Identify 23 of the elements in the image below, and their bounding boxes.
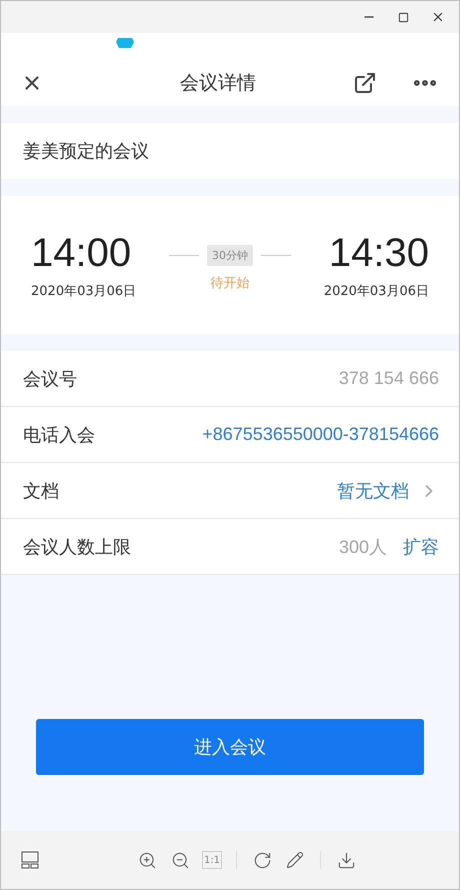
detail-label: 电话入会 bbox=[23, 424, 96, 446]
detail-label: 会议号 bbox=[23, 368, 78, 390]
detail-label: 文档 bbox=[23, 480, 60, 502]
page-title: 会议详情 bbox=[179, 70, 257, 96]
capacity-value: 300人 bbox=[338, 536, 387, 558]
join-meeting-button[interactable]: 进入会议 bbox=[36, 719, 424, 775]
close-icon[interactable] bbox=[431, 10, 445, 24]
end-time: 14:30 bbox=[328, 230, 429, 276]
expand-link[interactable]: 扩容 bbox=[403, 534, 439, 558]
phone-link[interactable]: +8675536550000-378154666 bbox=[202, 424, 439, 445]
start-date: 2020年03月06日 bbox=[31, 282, 136, 300]
pencil-icon[interactable] bbox=[284, 849, 306, 871]
detail-label: 会议人数上限 bbox=[23, 536, 132, 558]
meeting-status: 待开始 bbox=[210, 274, 250, 292]
maximize-icon[interactable] bbox=[398, 12, 409, 22]
duration-badge: 30分钟 bbox=[207, 244, 253, 266]
document-link[interactable]: 暂无文档 bbox=[337, 478, 409, 502]
meeting-title: 姜美预定的会议 bbox=[1, 123, 459, 179]
notch-icon bbox=[116, 38, 134, 48]
meeting-number: 378 154 666 bbox=[338, 368, 439, 389]
layout-icon[interactable] bbox=[19, 849, 41, 871]
end-date: 2020年03月06日 bbox=[324, 282, 429, 300]
start-time: 14:00 bbox=[31, 230, 132, 276]
